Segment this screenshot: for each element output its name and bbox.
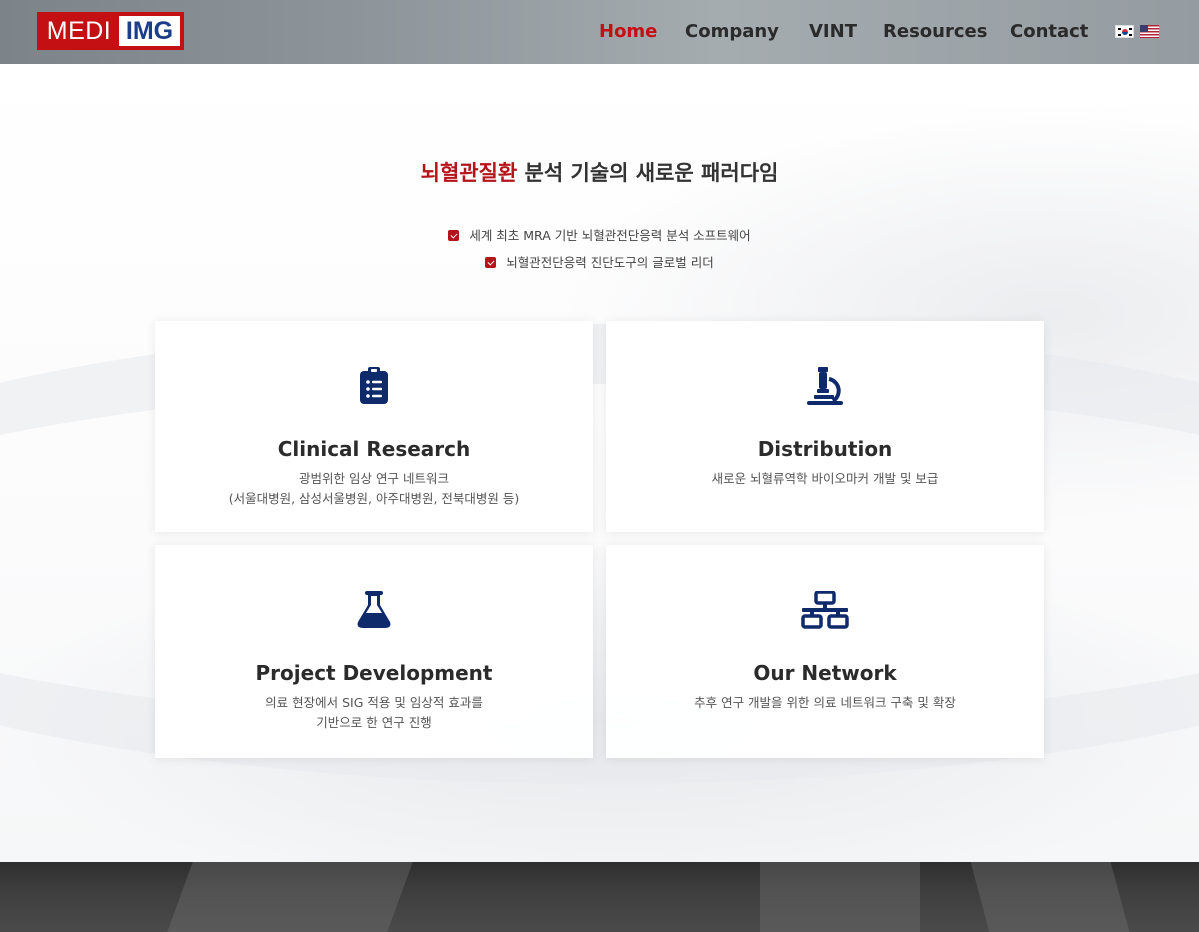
headline-text: 분석 기술의 새로운 패러다임 bbox=[517, 161, 779, 185]
network-icon bbox=[606, 591, 1044, 629]
building-shape bbox=[970, 862, 1130, 932]
card-clinical-research[interactable]: Clinical Research 광범위한 임상 연구 네트워크 (서울대병원… bbox=[155, 321, 593, 532]
checkbox-icon bbox=[485, 257, 497, 268]
card-title: Clinical Research bbox=[277, 437, 471, 461]
site-header: MEDI IMG Home Company VINT Resources Con… bbox=[0, 0, 1199, 64]
building-shape bbox=[760, 862, 920, 932]
nav-contact[interactable]: Contact bbox=[1010, 21, 1088, 42]
footer-background-image bbox=[0, 862, 1199, 932]
nav-home[interactable]: Home bbox=[599, 21, 657, 42]
clipboard-list-icon bbox=[155, 367, 593, 405]
card-title: Distribution bbox=[757, 437, 893, 461]
card-title: Project Development bbox=[255, 661, 493, 685]
us-flag-icon[interactable] bbox=[1140, 25, 1159, 38]
check-item: 세계 최초 MRA 기반 뇌혈관전단응력 분석 소프트웨어 bbox=[0, 225, 1199, 244]
main-nav: Home Company VINT Resources Contact bbox=[0, 0, 1199, 64]
check-item-label: 뇌혈관전단응력 진단도구의 글로벌 리더 bbox=[506, 255, 714, 270]
checkbox-icon bbox=[448, 230, 460, 241]
card-desc-line2: 기반으로 한 연구 진행 bbox=[316, 715, 432, 730]
card-our-network[interactable]: Our Network 추후 연구 개발을 위한 의료 네트워크 구축 및 확장 bbox=[606, 545, 1044, 758]
nav-company[interactable]: Company bbox=[685, 21, 779, 42]
flask-icon bbox=[155, 591, 593, 629]
page-headline: 뇌혈관질환 분석 기술의 새로운 패러다임 bbox=[0, 157, 1199, 187]
korean-flag-icon[interactable] bbox=[1115, 25, 1134, 38]
main-section: 뇌혈관질환 분석 기술의 새로운 패러다임 세계 최초 MRA 기반 뇌혈관전단… bbox=[0, 64, 1199, 862]
nav-vint[interactable]: VINT bbox=[809, 21, 857, 42]
card-desc-line1: 의료 현장에서 SIG 적용 및 임상적 효과를 bbox=[265, 695, 483, 710]
card-distribution[interactable]: Distribution 새로운 뇌혈류역학 바이오마커 개발 및 보급 bbox=[606, 321, 1044, 532]
check-item: 뇌혈관전단응력 진단도구의 글로벌 리더 bbox=[0, 252, 1199, 271]
card-desc-line1: 새로운 뇌혈류역학 바이오마커 개발 및 보급 bbox=[711, 471, 939, 486]
card-project-development[interactable]: Project Development 의료 현장에서 SIG 적용 및 임상적… bbox=[155, 545, 593, 758]
microscope-icon bbox=[606, 367, 1044, 405]
headline-accent: 뇌혈관질환 bbox=[420, 161, 518, 185]
nav-resources[interactable]: Resources bbox=[883, 21, 987, 42]
card-desc-line1: 추후 연구 개발을 위한 의료 네트워크 구축 및 확장 bbox=[694, 695, 956, 710]
card-desc-line1: 광범위한 임상 연구 네트워크 bbox=[299, 471, 449, 486]
check-item-label: 세계 최초 MRA 기반 뇌혈관전단응력 분석 소프트웨어 bbox=[469, 228, 751, 243]
card-title: Our Network bbox=[753, 661, 897, 685]
building-shape bbox=[167, 862, 413, 932]
card-desc-line2: (서울대병원, 삼성서울병원, 아주대병원, 전북대병원 등) bbox=[228, 491, 520, 506]
